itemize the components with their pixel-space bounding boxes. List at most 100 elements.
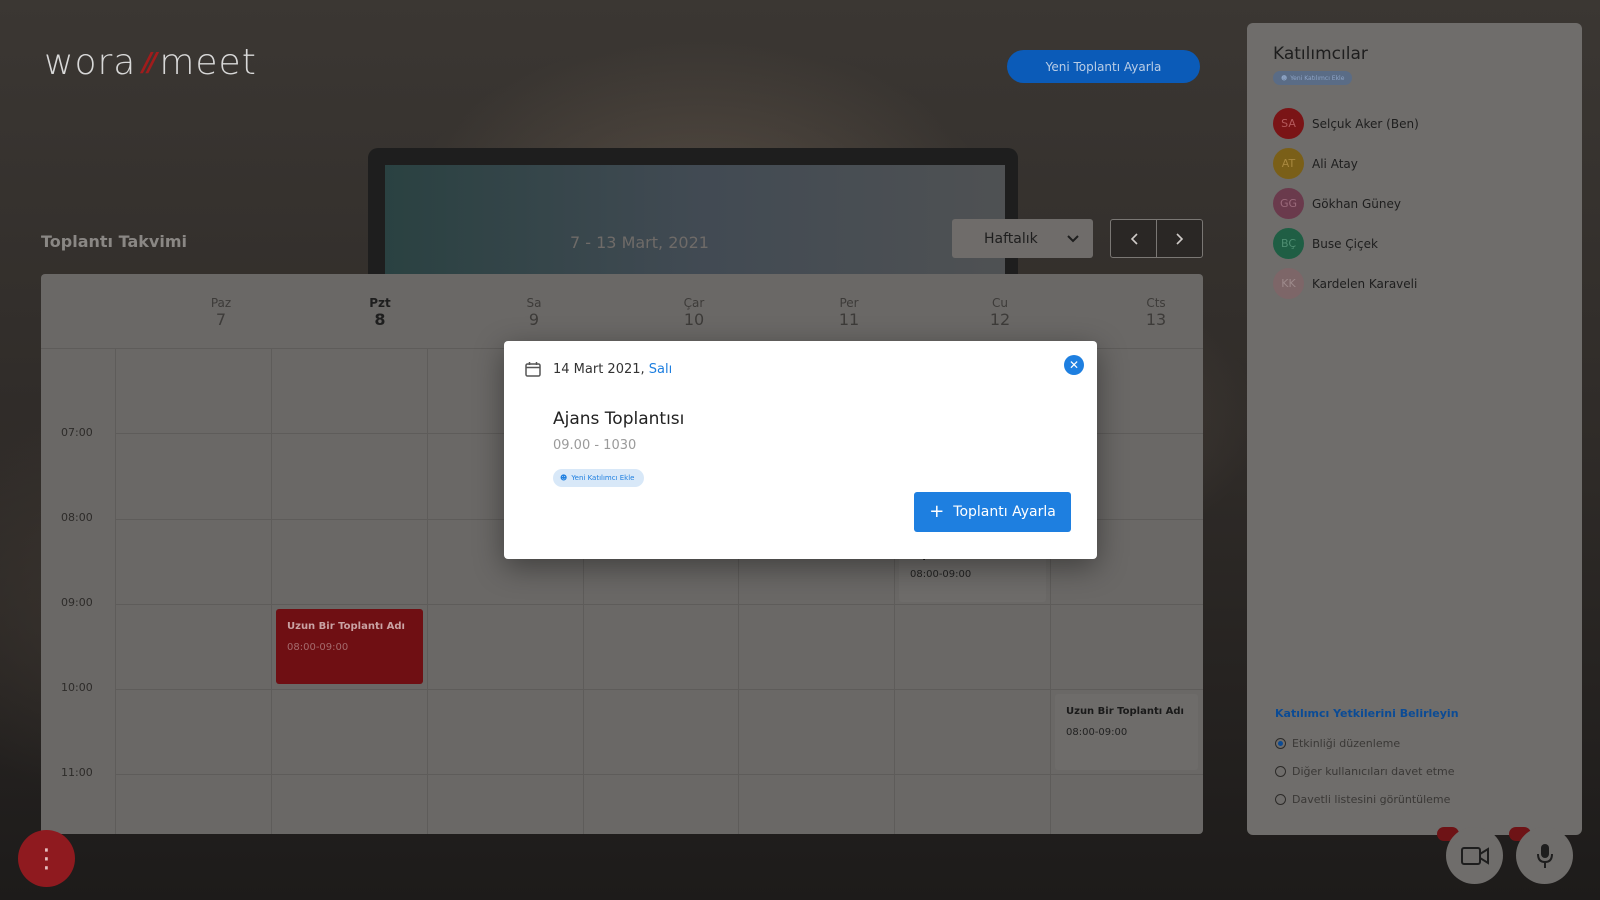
day-number: 13 (1145, 310, 1167, 329)
time-label: 08:00 (61, 511, 93, 524)
view-mode-select[interactable]: Haftalık (952, 219, 1093, 258)
app-logo: wora // meet (44, 42, 257, 83)
day-number: 12 (989, 310, 1011, 329)
video-camera-icon (1460, 846, 1489, 865)
participant-item[interactable]: SA Selçuk Aker (Ben) (1273, 108, 1419, 139)
modal-date-row: 14 Mart 2021, Salı (525, 361, 672, 377)
day-number: 8 (374, 310, 386, 329)
day-header[interactable]: Çar 10 (664, 296, 724, 329)
schedule-meeting-button[interactable]: + Toplantı Ayarla (914, 492, 1071, 532)
add-participant-label: Yeni Katılımcı Ekle (571, 474, 635, 482)
time-label: 10:00 (61, 681, 93, 694)
logo-text-left: wora (44, 42, 137, 83)
add-participant-chip[interactable]: ☻ Yeni Katılımcı Ekle (1273, 71, 1353, 85)
day-name: Per (839, 296, 859, 310)
participant-name: Ali Atay (1312, 156, 1358, 171)
permission-option[interactable]: Davetli listesini görüntüleme (1275, 793, 1450, 806)
day-name: Cts (1146, 296, 1166, 310)
participant-item[interactable]: GG Gökhan Güney (1273, 188, 1401, 219)
day-number: 7 (215, 310, 227, 329)
event-time: 08:00-09:00 (287, 642, 349, 653)
permission-option[interactable]: Diğer kullanıcıları davet etme (1275, 765, 1455, 778)
time-label: 11:00 (61, 766, 93, 779)
day-header[interactable]: Paz 7 (191, 296, 251, 329)
participant-item[interactable]: KK Kardelen Karaveli (1273, 268, 1417, 299)
day-number: 10 (683, 310, 705, 329)
logo-text-right: meet (159, 42, 257, 83)
chevron-left-icon (1130, 232, 1138, 245)
more-menu-button[interactable]: ⋮ (18, 830, 75, 887)
add-user-icon: ☻ (560, 474, 568, 482)
participants-title: Katılımcılar (1273, 44, 1368, 64)
calendar-date-range: 7 - 13 Mart, 2021 (570, 233, 709, 252)
day-number: 11 (838, 310, 860, 329)
permission-label: Davetli listesini görüntüleme (1292, 793, 1451, 806)
background-monitor-screen (385, 165, 1005, 275)
grid-column-line (271, 348, 272, 834)
participant-name: Selçuk Aker (Ben) (1312, 116, 1419, 131)
grid-column-line (427, 348, 428, 834)
day-header[interactable]: Cts 13 (1126, 296, 1186, 329)
avatar: AT (1273, 148, 1304, 179)
day-header-today[interactable]: Pzt 8 (350, 296, 410, 329)
add-participant-chip-label: Yeni Katılımcı Ekle (1290, 74, 1345, 82)
close-icon: ✕ (1068, 358, 1080, 372)
participant-name: Gökhan Güney (1312, 196, 1401, 211)
day-name: Cu (992, 296, 1008, 310)
schedule-meeting-label: Toplantı Ayarla (953, 504, 1056, 520)
day-name: Sa (526, 296, 542, 310)
camera-toggle-button[interactable] (1446, 827, 1503, 884)
meeting-modal: 14 Mart 2021, Salı ✕ Ajans Toplantısı 09… (504, 341, 1097, 559)
calendar-event[interactable]: Uzun Bir Toplantı Adı 08:00-09:00 (1055, 694, 1198, 770)
permission-label: Etkinliği düzenleme (1292, 737, 1401, 750)
participant-item[interactable]: BÇ Buse Çiçek (1273, 228, 1378, 259)
time-label: 09:00 (61, 596, 93, 609)
day-name: Çar (683, 296, 705, 310)
avatar: KK (1273, 268, 1304, 299)
calendar-event[interactable]: Uzun Bir Toplantı Adı 08:00-09:00 (276, 609, 423, 684)
permission-option[interactable]: Etkinliği düzenleme (1275, 737, 1400, 750)
add-participant-button[interactable]: ☻ Yeni Katılımcı Ekle (553, 469, 645, 487)
event-time: 08:00-09:00 (1066, 727, 1128, 738)
microphone-toggle-button[interactable] (1516, 827, 1573, 884)
new-meeting-button[interactable]: Yeni Toplantı Ayarla (1007, 50, 1200, 83)
close-modal-button[interactable]: ✕ (1064, 355, 1084, 375)
grid-row-line (115, 774, 1203, 775)
avatar: GG (1273, 188, 1304, 219)
modal-day: Salı (648, 361, 673, 377)
chevron-down-icon (1067, 234, 1079, 242)
day-header[interactable]: Per 11 (819, 296, 879, 329)
day-header[interactable]: Sa 9 (504, 296, 564, 329)
next-week-button[interactable] (1156, 220, 1202, 257)
event-title: Uzun Bir Toplantı Adı (1066, 706, 1184, 717)
prev-week-button[interactable] (1111, 220, 1156, 257)
grid-row-line (115, 689, 1203, 690)
radio-checked[interactable] (1275, 738, 1286, 749)
add-user-icon: ☻ (1281, 74, 1288, 82)
meeting-title: Ajans Toplantısı (553, 409, 685, 429)
plus-icon: + (929, 501, 945, 522)
time-label: 07:00 (61, 426, 93, 439)
day-number: 9 (528, 310, 540, 329)
grid-column-line (115, 348, 116, 834)
participant-name: Buse Çiçek (1312, 236, 1378, 251)
participants-panel: Katılımcılar ☻ Yeni Katılımcı Ekle SA Se… (1247, 23, 1582, 835)
day-header[interactable]: Cu 12 (970, 296, 1030, 329)
microphone-icon (1536, 843, 1553, 868)
week-navigation (1110, 219, 1203, 258)
permissions-title: Katılımcı Yetkilerini Belirleyin (1275, 707, 1459, 720)
grid-row-line (115, 604, 1203, 605)
calendar-icon (525, 362, 541, 377)
radio-unchecked[interactable] (1275, 766, 1286, 777)
participant-item[interactable]: AT Ali Atay (1273, 148, 1358, 179)
day-name: Pzt (369, 296, 391, 310)
radio-unchecked[interactable] (1275, 794, 1286, 805)
view-mode-value: Haftalık (984, 230, 1038, 247)
chevron-right-icon (1175, 232, 1183, 245)
avatar: BÇ (1273, 228, 1304, 259)
calendar-title: Toplantı Takvimi (41, 232, 187, 251)
more-vertical-icon: ⋮ (33, 843, 60, 874)
event-title: Uzun Bir Toplantı Adı (287, 621, 405, 632)
event-time: 08:00-09:00 (910, 569, 972, 580)
participant-name: Kardelen Karaveli (1312, 276, 1418, 291)
